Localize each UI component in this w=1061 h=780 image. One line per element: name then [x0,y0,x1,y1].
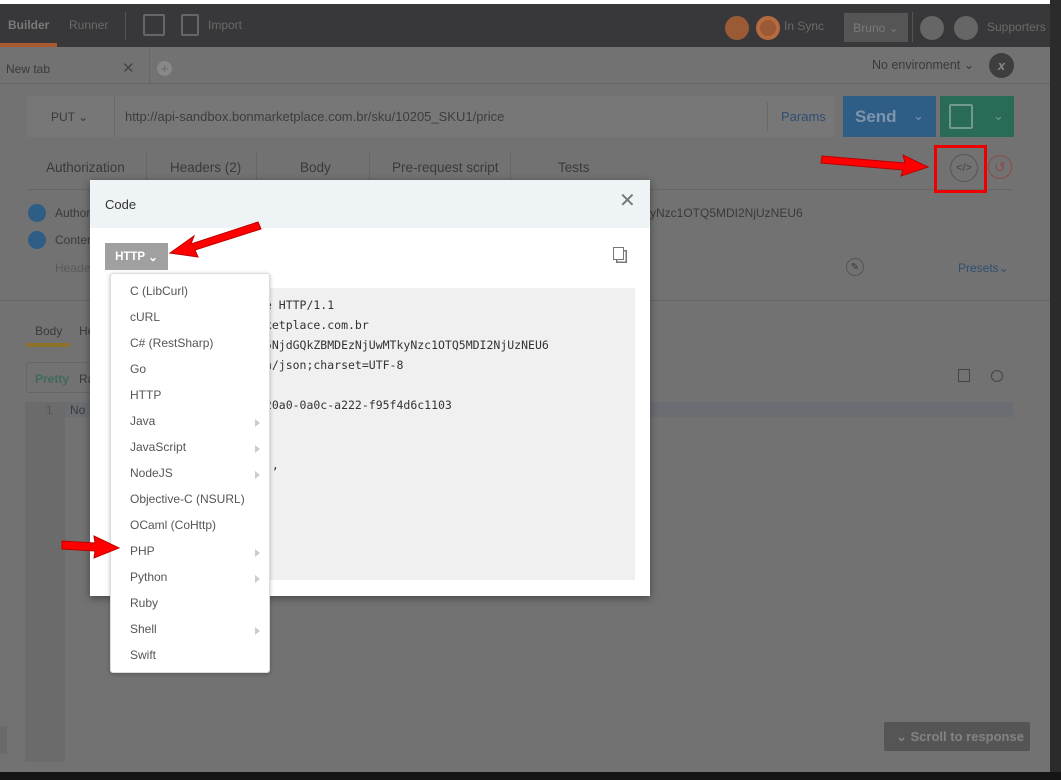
annotation-arrows [61,154,930,559]
taskbar [0,772,1061,780]
window-edge [1050,0,1061,780]
arrow-to-code-icon [820,154,930,177]
arrow-to-php [61,535,121,559]
arrow-to-language-select [168,221,262,258]
